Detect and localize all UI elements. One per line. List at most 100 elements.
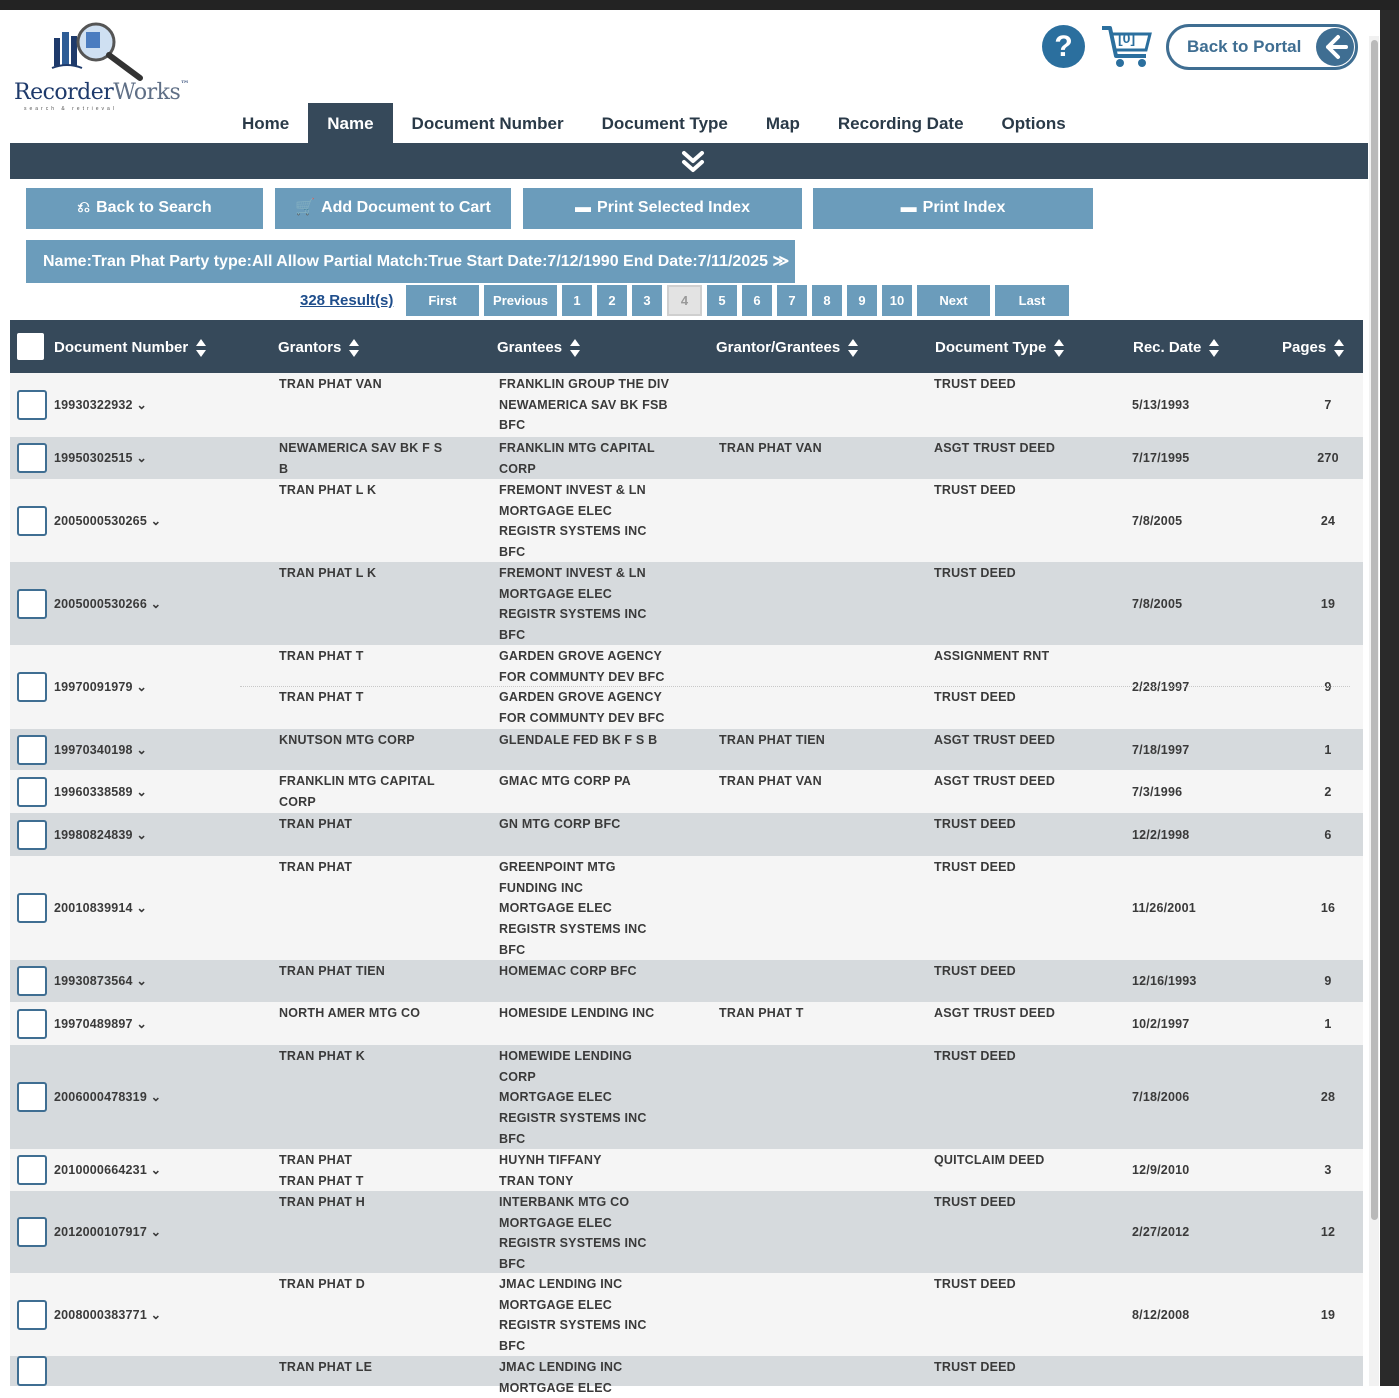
row-checkbox[interactable] bbox=[17, 734, 47, 765]
column-header-pages[interactable]: Pages bbox=[1282, 338, 1345, 358]
chevron-down-icon[interactable]: ⌄ bbox=[133, 451, 147, 465]
document-number-link[interactable]: 19970489897 ⌄ bbox=[54, 1014, 147, 1035]
pager-page-5[interactable]: 5 bbox=[707, 285, 737, 316]
row-checkbox[interactable] bbox=[17, 588, 47, 619]
chevron-down-icon[interactable]: ⌄ bbox=[147, 1308, 161, 1322]
chevron-down-icon[interactable]: ⌄ bbox=[133, 398, 147, 412]
print-selected-index-button[interactable]: ▬ Print Selected Index bbox=[523, 188, 802, 229]
pager-page-6[interactable]: 6 bbox=[742, 285, 772, 316]
pager-page-8[interactable]: 8 bbox=[812, 285, 842, 316]
document-type: TRUST DEED bbox=[934, 566, 1016, 580]
document-number-link[interactable]: 19930322932 ⌄ bbox=[54, 395, 147, 416]
tab-name[interactable]: Name bbox=[308, 103, 393, 143]
add-document-to-cart-button[interactable]: 🛒 Add Document to Cart bbox=[275, 188, 511, 229]
grantee-name: GREENPOINT MTG bbox=[499, 860, 616, 874]
tab-options[interactable]: Options bbox=[983, 103, 1085, 143]
row-checkbox[interactable] bbox=[17, 1217, 47, 1247]
document-number-link[interactable]: 2012000107917 ⌄ bbox=[54, 1222, 161, 1243]
row-checkbox[interactable] bbox=[17, 1299, 47, 1330]
row-checkbox[interactable] bbox=[17, 1082, 47, 1112]
document-number-link[interactable]: 19930873564 ⌄ bbox=[54, 971, 147, 992]
pager-page-9[interactable]: 9 bbox=[847, 285, 877, 316]
chevron-down-icon[interactable]: ⌄ bbox=[147, 1225, 161, 1239]
column-header-rec-date[interactable]: Rec. Date bbox=[1133, 338, 1220, 358]
chevron-down-icon[interactable]: ⌄ bbox=[147, 1090, 161, 1104]
column-header-document-type[interactable]: Document Type bbox=[935, 338, 1065, 358]
pager-page-4-current[interactable]: 4 bbox=[667, 285, 702, 316]
document-number-link[interactable]: 19970340198 ⌄ bbox=[54, 740, 147, 761]
chevron-down-icon[interactable]: ⌄ bbox=[133, 743, 147, 757]
row-checkbox[interactable] bbox=[17, 776, 47, 807]
pager-next-button[interactable]: Next bbox=[917, 285, 990, 316]
pager-page-10[interactable]: 10 bbox=[882, 285, 912, 316]
chevron-down-icon[interactable]: ⌄ bbox=[133, 901, 147, 915]
chevron-down-icon[interactable]: ⌄ bbox=[133, 680, 147, 694]
tab-map[interactable]: Map bbox=[747, 103, 819, 143]
table-row[interactable] bbox=[10, 1356, 1363, 1386]
row-checkbox[interactable] bbox=[17, 893, 47, 923]
document-number-link[interactable]: 2010000664231 ⌄ bbox=[54, 1160, 161, 1181]
pager-page-3[interactable]: 3 bbox=[632, 285, 662, 316]
row-checkbox[interactable] bbox=[17, 819, 47, 850]
sort-icon[interactable] bbox=[1054, 338, 1065, 358]
pager-first-button[interactable]: First bbox=[406, 285, 479, 316]
row-checkbox[interactable] bbox=[17, 1356, 47, 1386]
chevron-down-icon[interactable]: ⌄ bbox=[147, 514, 161, 528]
pager-page-1[interactable]: 1 bbox=[562, 285, 592, 316]
select-all-checkbox[interactable] bbox=[17, 333, 44, 360]
tab-document-type[interactable]: Document Type bbox=[583, 103, 747, 143]
page-count: 16 bbox=[1320, 901, 1336, 915]
document-number-link[interactable]: 2005000530266 ⌄ bbox=[54, 594, 161, 615]
chevron-down-icon[interactable]: ⌄ bbox=[133, 974, 147, 988]
row-checkbox[interactable] bbox=[17, 505, 47, 536]
sort-icon[interactable] bbox=[349, 338, 360, 358]
sort-icon[interactable] bbox=[1334, 338, 1345, 358]
search-criteria-bar[interactable]: Name:Tran Phat Party type:All Allow Part… bbox=[26, 240, 795, 283]
chevron-down-icon[interactable]: ⌄ bbox=[133, 828, 147, 842]
scrollbar-thumb[interactable] bbox=[1371, 40, 1378, 1220]
column-header-grantees[interactable]: Grantees bbox=[497, 338, 581, 358]
column-header-document-number[interactable]: Document Number bbox=[54, 338, 207, 358]
document-number-link[interactable]: 19950302515 ⌄ bbox=[54, 448, 147, 469]
results-count-link[interactable]: 328 Result(s) bbox=[300, 292, 393, 309]
row-checkbox[interactable] bbox=[17, 966, 47, 996]
print-index-button[interactable]: ▬ Print Index bbox=[813, 188, 1093, 229]
pager-last-button[interactable]: Last bbox=[995, 285, 1069, 316]
sort-icon[interactable] bbox=[1209, 338, 1220, 358]
back-to-portal-button[interactable]: Back to Portal bbox=[1166, 24, 1358, 70]
document-number-link[interactable]: 19960338589 ⌄ bbox=[54, 782, 147, 803]
grantee-name: MORTGAGE ELEC bbox=[499, 586, 613, 601]
chevron-down-icon[interactable]: ⌄ bbox=[147, 1163, 161, 1177]
column-header-grantors[interactable]: Grantors bbox=[278, 338, 360, 358]
chevron-down-icon[interactable]: ⌄ bbox=[133, 1017, 147, 1031]
document-number-link[interactable]: 2006000478319 ⌄ bbox=[54, 1087, 161, 1108]
row-checkbox[interactable] bbox=[17, 443, 47, 473]
document-type: ASSIGNMENT RNT bbox=[934, 649, 1050, 663]
chevron-down-icon[interactable]: ⌄ bbox=[147, 597, 161, 611]
grantor-name: TRAN PHAT T bbox=[279, 649, 364, 663]
tab-home[interactable]: Home bbox=[223, 103, 308, 143]
document-number-link[interactable]: 19970091979 ⌄ bbox=[54, 677, 147, 698]
document-number-link[interactable]: 19980824839 ⌄ bbox=[54, 825, 147, 846]
document-number-link[interactable]: 20010839914 ⌄ bbox=[54, 898, 147, 919]
back-to-search-button[interactable]: ⎌ Back to Search bbox=[26, 188, 263, 229]
add-to-cart-label: Add Document to Cart bbox=[321, 199, 491, 216]
tab-recording-date[interactable]: Recording Date bbox=[819, 103, 983, 143]
help-icon[interactable]: ? bbox=[1042, 25, 1085, 68]
document-number-link[interactable]: 2008000383771 ⌄ bbox=[54, 1305, 161, 1326]
chevron-down-icon[interactable]: ⌄ bbox=[133, 785, 147, 799]
sort-icon[interactable] bbox=[196, 338, 207, 358]
double-chevron-down-icon[interactable] bbox=[680, 150, 706, 174]
tab-document-number[interactable]: Document Number bbox=[393, 103, 583, 143]
row-checkbox[interactable] bbox=[17, 390, 47, 420]
row-checkbox[interactable] bbox=[17, 1008, 47, 1039]
sort-icon[interactable] bbox=[848, 338, 859, 358]
pager-page-2[interactable]: 2 bbox=[597, 285, 627, 316]
row-checkbox[interactable] bbox=[17, 1155, 47, 1185]
document-number-link[interactable]: 2005000530265 ⌄ bbox=[54, 511, 161, 532]
column-header-grantor-grantees[interactable]: Grantor/Grantees bbox=[716, 338, 859, 358]
row-checkbox[interactable] bbox=[17, 672, 47, 702]
pager-page-7[interactable]: 7 bbox=[777, 285, 807, 316]
sort-icon[interactable] bbox=[570, 338, 581, 358]
pager-previous-button[interactable]: Previous bbox=[484, 285, 557, 316]
